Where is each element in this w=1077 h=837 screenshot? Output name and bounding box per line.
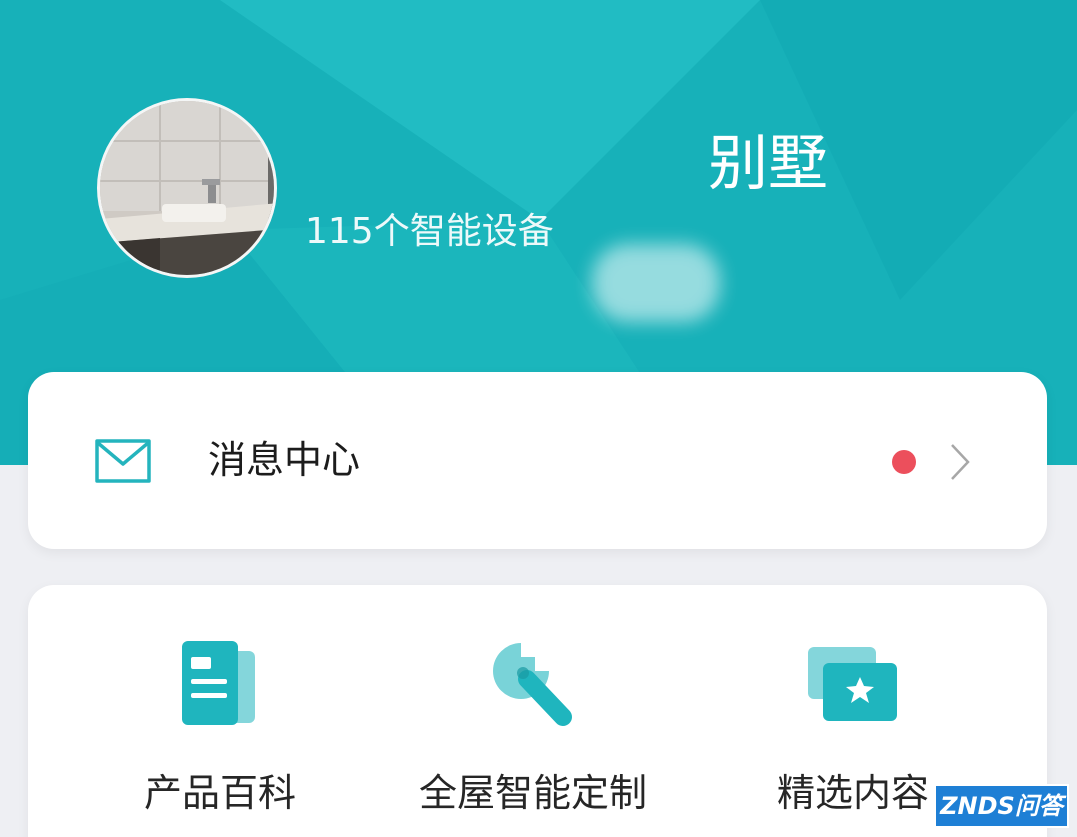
profile-page: 别墅 115个智能设备 消息中心 产品百科 全屋智能定制 精选内容 ZNDS问答 (0, 0, 1077, 837)
home-avatar[interactable] (97, 98, 277, 278)
device-count: 115个智能设备 (305, 211, 554, 252)
envelope-icon (95, 439, 151, 483)
chevron-right-icon (951, 444, 970, 480)
watermark-logo: ZNDS问答 (934, 784, 1069, 828)
name-redaction (592, 244, 720, 322)
feature-product-encyclopedia[interactable]: 产品百科 (55, 585, 385, 837)
message-center-label: 消息中心 (208, 438, 361, 482)
feature-label: 全屋智能定制 (418, 771, 647, 815)
star-folder-icon (808, 647, 897, 721)
feature-label: 产品百科 (143, 771, 296, 815)
message-center-row[interactable]: 消息中心 (28, 372, 1047, 549)
wrench-icon (493, 643, 572, 726)
feature-whole-home-customization[interactable]: 全屋智能定制 (368, 585, 698, 837)
bathroom-photo (100, 101, 274, 275)
unread-badge (892, 450, 916, 474)
document-icon (182, 641, 255, 725)
home-name-suffix: 别墅 (708, 129, 828, 199)
features-panel: 产品百科 全屋智能定制 精选内容 (28, 585, 1047, 837)
